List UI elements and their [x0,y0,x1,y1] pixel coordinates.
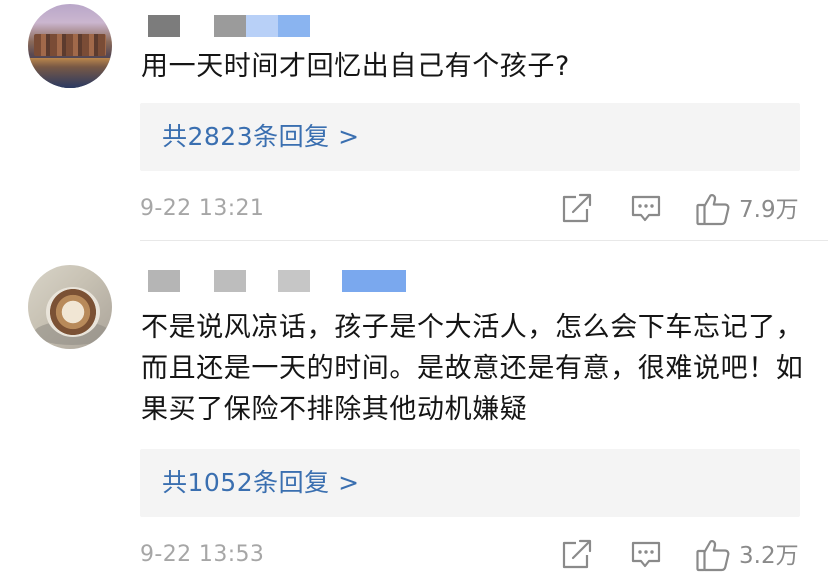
comment-meta: 9-22 13:53 3.2万 [140,535,802,575]
coffee-cup-photo-icon [46,287,100,337]
share-button[interactable] [561,191,593,227]
comment-text: 不是说风凉话，孩子是个大活人，怎么会下车忘记了，而且还是一天的时间。是故意还是有… [141,312,804,425]
view-replies-button[interactable]: 共1052条回复 > [140,449,800,517]
redaction-block [148,270,180,292]
comment-icon [631,541,661,568]
thumbs-up-icon [696,194,730,226]
redaction-block [148,15,180,37]
like-count: 3.2万 [739,543,799,569]
comment-item: 不是说风凉话，孩子是个大活人，怎么会下车忘记了，而且还是一天的时间。是故意还是有… [0,241,828,579]
city-waterfront-photo-icon [34,34,106,56]
share-icon [562,193,592,223]
share-icon [562,539,592,569]
like-button[interactable]: 7.9万 [695,191,803,227]
timestamp: 9-22 13:53 [140,542,265,567]
like-count: 7.9万 [739,197,799,223]
redaction-block [214,15,246,37]
thumbs-up-icon [696,540,730,572]
redaction-block [278,270,310,292]
comment-button[interactable] [630,191,662,227]
timestamp: 9-22 13:21 [140,196,265,221]
view-replies-button[interactable]: 共2823条回复 > [140,103,800,171]
comment-icon [631,195,661,222]
comment-item: 用一天时间才回忆出自己有个孩子? 共2823条回复 > 9-22 13:21 7… [0,0,828,240]
redaction-block [246,15,278,37]
avatar-water [28,58,112,88]
redaction-block [214,270,246,292]
avatar[interactable] [28,4,112,88]
redaction-block [342,270,406,292]
comment-button[interactable] [630,537,662,573]
like-button[interactable]: 3.2万 [695,537,803,573]
avatar[interactable] [28,265,112,349]
comment-meta: 9-22 13:21 7.9万 [140,189,802,229]
share-button[interactable] [561,537,593,573]
comment-text: 用一天时间才回忆出自己有个孩子? [141,51,570,82]
redaction-block [278,15,310,37]
replies-label: 共2823条回复 > [162,122,360,151]
replies-label: 共1052条回复 > [162,468,360,497]
